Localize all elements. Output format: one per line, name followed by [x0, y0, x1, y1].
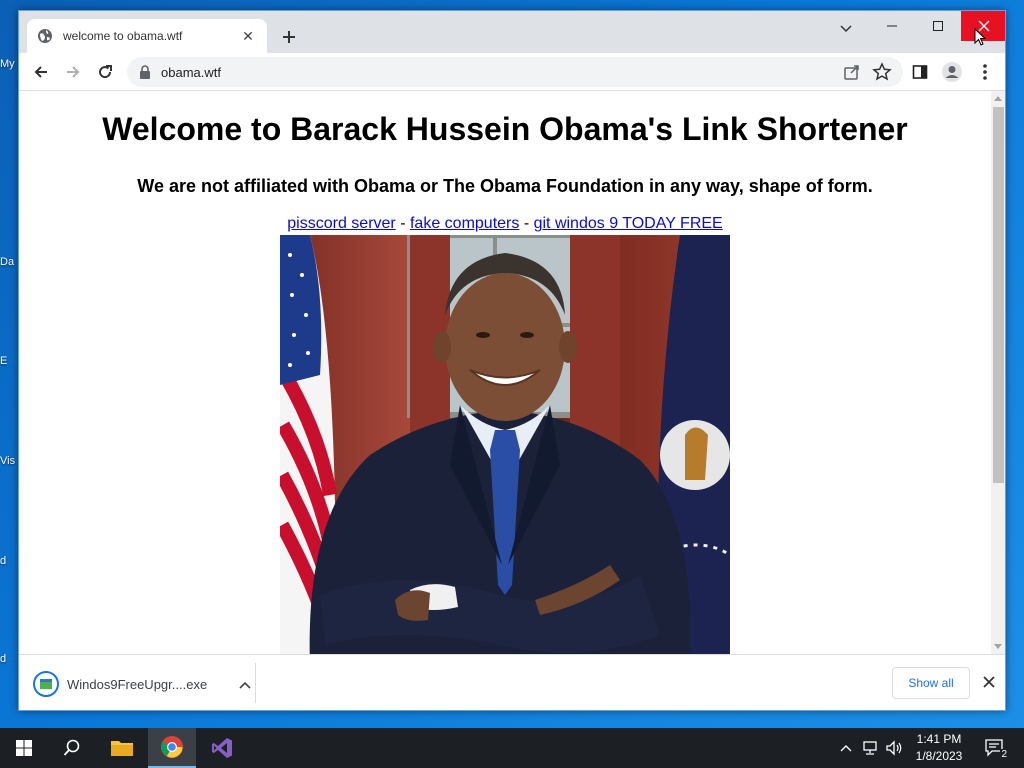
desktop-icon-label: Da [0, 256, 15, 268]
exe-file-icon [33, 671, 59, 697]
search-icon [63, 739, 80, 756]
avatar-icon [942, 62, 962, 82]
link-separator: - [519, 215, 534, 232]
forward-button[interactable] [59, 58, 87, 86]
globe-icon [37, 28, 53, 44]
system-clock[interactable]: 1:41 PM 1/8/2023 [905, 731, 973, 765]
reload-button[interactable] [91, 58, 119, 86]
desktop-icon-label: Vis [0, 455, 16, 467]
portrait-photo [280, 235, 730, 654]
back-button[interactable] [27, 58, 55, 86]
start-button[interactable] [0, 728, 48, 768]
arrow-left-icon [34, 66, 47, 78]
volume-icon[interactable] [884, 728, 904, 768]
tab-title: welcome to obama.wtf [63, 29, 183, 43]
tab-search-chevron-icon[interactable] [834, 17, 858, 41]
download-item[interactable]: Windos9FreeUpgr....exe [33, 667, 255, 701]
clock-date: 1/8/2023 [915, 749, 963, 763]
desktop-icon-5[interactable]: d [0, 555, 18, 567]
link-git-windos-9[interactable]: git windos 9 TODAY FREE [534, 215, 723, 232]
divider [255, 663, 256, 703]
new-tab-button[interactable] [277, 25, 301, 49]
kebab-menu-icon [983, 64, 987, 80]
minimize-button[interactable] [869, 11, 915, 41]
maximize-button[interactable] [915, 11, 961, 41]
chevron-up-icon[interactable] [235, 677, 255, 692]
address-bar[interactable]: obama.wtf [127, 57, 903, 87]
close-icon[interactable]: ✕ [239, 27, 257, 45]
clock-time: 1:41 PM [916, 732, 962, 746]
share-icon[interactable] [841, 61, 863, 88]
folder-icon [111, 741, 133, 756]
page-subheading: We are not affiliated with Obama or The … [137, 176, 873, 196]
menu-button[interactable] [971, 58, 999, 86]
maximize-icon [933, 21, 943, 31]
download-file-name: Windos9FreeUpgr....exe [67, 676, 208, 692]
desktop-icon-2[interactable]: Da [0, 256, 18, 268]
notification-button[interactable]: 2 [980, 728, 1010, 768]
chrome-icon [161, 736, 183, 758]
desktop-icon-label: E [0, 355, 8, 367]
search-button[interactable] [48, 728, 96, 768]
link-separator: - [395, 215, 410, 232]
file-explorer-button[interactable] [98, 728, 146, 768]
desktop-icon-1[interactable]: My [0, 58, 18, 70]
link-row: pisscord server - fake computers - git w… [19, 215, 991, 233]
lock-icon [140, 65, 150, 79]
desktop-icon-label: d [0, 555, 7, 567]
visual-studio-button[interactable] [198, 728, 246, 768]
desktop-icon-4[interactable]: Vis [0, 455, 18, 467]
browser-toolbar: obama.wtf [19, 53, 1005, 91]
plus-icon [283, 31, 295, 43]
show-all-button[interactable]: Show all [892, 667, 970, 699]
side-panel-icon [912, 65, 928, 79]
notification-count-badge: 2 [1000, 749, 1008, 760]
taskbar: 1:41 PM 1/8/2023 2 [0, 728, 1024, 768]
desktop-icon-6[interactable]: d [0, 653, 18, 665]
tab-strip: welcome to obama.wtf ✕ [19, 11, 1005, 53]
link-pisscord-server[interactable]: pisscord server [287, 215, 395, 232]
desktop-icon-3[interactable]: E [0, 355, 18, 367]
side-panel-button[interactable] [906, 58, 934, 86]
page-content: Welcome to Barack Hussein Obama's Link S… [19, 111, 991, 654]
tray-chevron-up-icon[interactable] [838, 728, 854, 768]
visual-studio-icon [212, 738, 232, 758]
download-bar-close-icon[interactable] [979, 671, 999, 693]
mouse-cursor-icon [974, 28, 986, 46]
scroll-up-arrow-icon[interactable] [994, 96, 1002, 101]
minimize-icon [887, 25, 897, 27]
browser-window: welcome to obama.wtf ✕ obama.wtf Welcome… [18, 10, 1006, 711]
arrow-right-icon [67, 66, 80, 78]
desktop-icon-label: My [0, 58, 15, 70]
scroll-down-arrow-icon[interactable] [994, 644, 1002, 649]
scrollbar-thumb[interactable] [993, 107, 1004, 483]
windows-logo-icon [16, 740, 32, 756]
profile-button[interactable] [938, 58, 966, 86]
network-icon[interactable] [860, 728, 882, 768]
reload-icon [99, 65, 112, 79]
page-viewport: Welcome to Barack Hussein Obama's Link S… [19, 91, 991, 654]
link-fake-computers[interactable]: fake computers [410, 215, 519, 232]
browser-tab[interactable]: welcome to obama.wtf ✕ [27, 19, 267, 53]
bookmark-star-icon[interactable] [871, 61, 893, 88]
chrome-button[interactable] [148, 728, 196, 768]
url-text: obama.wtf [161, 64, 221, 80]
desktop-icon-label: d [0, 653, 7, 665]
download-bar: Windos9FreeUpgr....exe Show all [19, 654, 1005, 710]
vertical-scrollbar[interactable] [991, 91, 1005, 654]
page-heading: Welcome to Barack Hussein Obama's Link S… [102, 111, 908, 147]
